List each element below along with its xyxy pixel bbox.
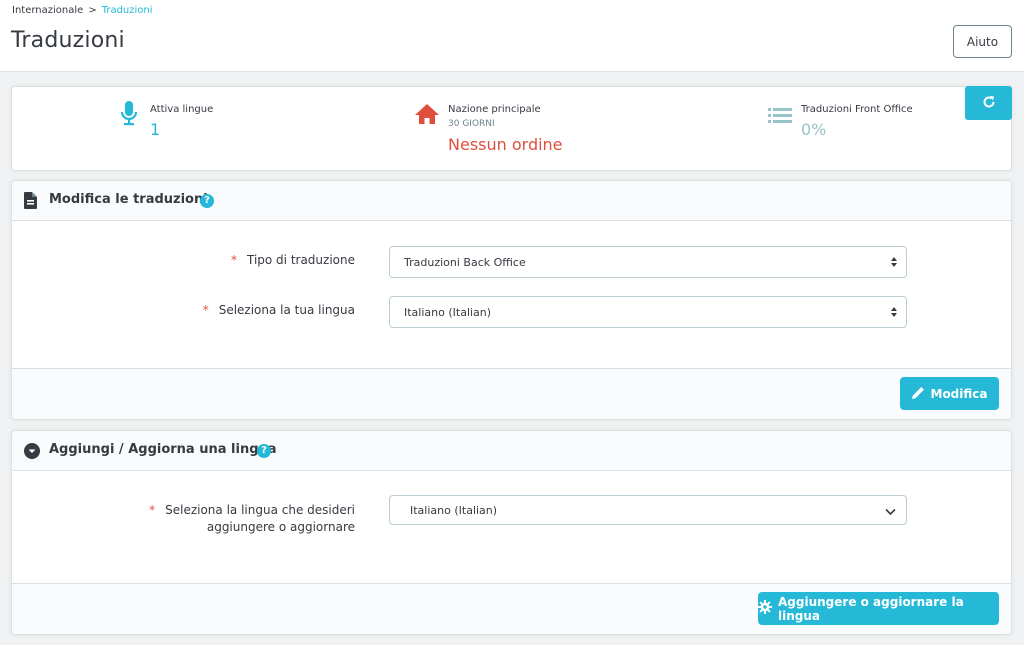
panel-title: Aggiungi / Aggiorna una lingua bbox=[49, 442, 277, 457]
help-icon[interactable]: ? bbox=[200, 194, 214, 208]
kpi-main-country[interactable]: Nazione principale 30 GIORNI Nessun ordi… bbox=[342, 87, 672, 172]
select-value: Traduzioni Back Office bbox=[404, 255, 526, 269]
refresh-button[interactable] bbox=[965, 86, 1012, 120]
select-updown-icon bbox=[890, 256, 898, 271]
help-button[interactable]: Aiuto bbox=[953, 25, 1012, 58]
label-line: * Seleziona la lingua che desideri bbox=[12, 502, 355, 519]
add-language-label: * Seleziona la lingua che desideri aggiun… bbox=[12, 502, 355, 536]
translation-type-label: * Tipo di traduzione bbox=[12, 252, 355, 269]
gear-icon bbox=[758, 600, 772, 617]
required-asterisk: * bbox=[149, 503, 156, 517]
page-title: Traduzioni bbox=[11, 28, 125, 53]
add-language-select[interactable]: Italiano (Italian) bbox=[389, 495, 907, 525]
breadcrumb-separator: > bbox=[88, 5, 97, 16]
field-label-line2: aggiungere o aggiornare bbox=[206, 520, 355, 534]
page-header: Internazionale > Traduzioni Traduzioni Aiu… bbox=[0, 0, 1024, 72]
panel-title: Modifica le traduzioni bbox=[49, 192, 208, 207]
list-icon bbox=[768, 107, 792, 127]
field-label: Tipo di traduzione bbox=[246, 253, 355, 267]
refresh-icon bbox=[982, 94, 996, 113]
language-label: * Seleziona la tua lingua bbox=[12, 302, 355, 319]
document-icon bbox=[24, 192, 37, 213]
button-label: Modifica bbox=[930, 386, 988, 401]
select-value: Italiano (Italian) bbox=[404, 305, 492, 319]
required-asterisk: * bbox=[202, 303, 209, 317]
kpi-label: Attiva lingue bbox=[150, 104, 214, 115]
select-updown-icon bbox=[890, 306, 898, 321]
modify-translations-panel: Modifica le traduzioni ? * Tipo di traduz… bbox=[11, 180, 1012, 420]
panel-header: Aggiungi / Aggiorna una lingua ? bbox=[12, 431, 1011, 471]
chevron-down-circle-icon[interactable] bbox=[24, 443, 40, 463]
add-language-panel: Aggiungi / Aggiorna una lingua ? * Selezi… bbox=[11, 430, 1012, 635]
breadcrumb-current[interactable]: Traduzioni bbox=[102, 5, 153, 16]
kpi-subtitle: 30 GIORNI bbox=[448, 119, 495, 129]
help-icon[interactable]: ? bbox=[257, 444, 271, 458]
kpi-active-languages[interactable]: Attiva lingue 1 bbox=[12, 87, 342, 172]
kpi-label: Traduzioni Front Office bbox=[801, 104, 913, 115]
kpi-value: 0% bbox=[801, 120, 827, 139]
language-select[interactable]: Italiano (Italian) bbox=[389, 296, 907, 328]
microphone-icon bbox=[119, 100, 139, 132]
kpi-value: 1 bbox=[150, 120, 161, 139]
chevron-down-icon bbox=[885, 506, 896, 519]
breadcrumb-parent[interactable]: Internazionale bbox=[12, 5, 83, 16]
kpi-row: Attiva lingue 1 Nazione principale 30 GI… bbox=[11, 86, 1012, 171]
add-update-language-button[interactable]: Aggiungere o aggiornare la lingua bbox=[758, 592, 999, 625]
select-value: Italiano (Italian) bbox=[410, 503, 498, 517]
field-label: Seleziona la lingua che desideri bbox=[165, 503, 355, 517]
kpi-value: Nessun ordine bbox=[448, 135, 563, 154]
panel-footer: Modifica bbox=[12, 368, 1011, 419]
required-asterisk: * bbox=[230, 253, 237, 267]
breadcrumb: Internazionale > Traduzioni bbox=[12, 5, 153, 16]
field-label: Seleziona la tua lingua bbox=[218, 303, 355, 317]
modify-button[interactable]: Modifica bbox=[900, 377, 999, 410]
home-icon bbox=[414, 103, 440, 129]
panel-header: Modifica le traduzioni ? bbox=[12, 181, 1011, 221]
pencil-icon bbox=[911, 386, 925, 402]
kpi-front-office-translations[interactable]: Traduzioni Front Office 0% bbox=[672, 87, 962, 172]
kpi-label: Nazione principale bbox=[448, 104, 541, 115]
translation-type-select[interactable]: Traduzioni Back Office bbox=[389, 246, 907, 278]
panel-footer: Aggiungere o aggiornare la lingua bbox=[12, 583, 1011, 634]
button-label: Aggiungere o aggiornare la lingua bbox=[778, 594, 964, 623]
